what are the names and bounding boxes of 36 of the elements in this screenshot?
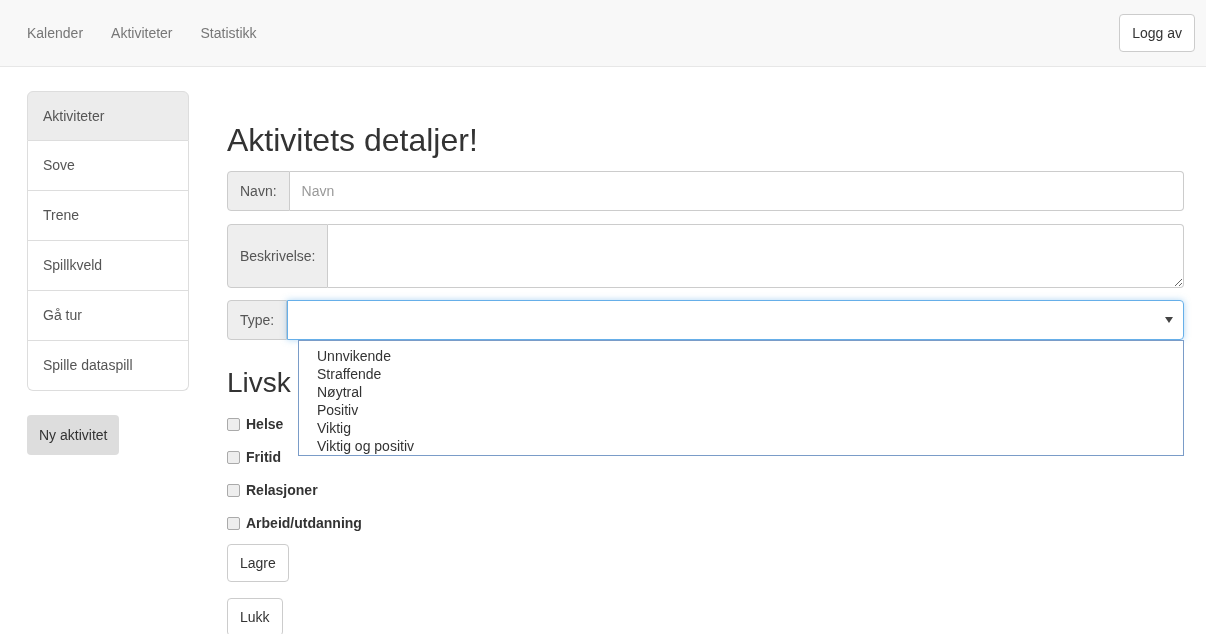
name-field[interactable]: Navn [289, 171, 1184, 212]
sidebar-item[interactable]: Spille dataspill [27, 341, 189, 391]
sidebar-item[interactable]: Spillkveld [27, 241, 189, 291]
checkbox-label: Relasjoner [246, 481, 318, 500]
caret-icon [1165, 317, 1173, 324]
action-button[interactable]: Lukk [227, 598, 283, 634]
page-title: Aktivitets detaljer! [227, 121, 479, 160]
sidebar-item[interactable]: Aktiviteter [27, 91, 189, 141]
checkbox[interactable] [227, 418, 240, 431]
description-field[interactable] [328, 224, 1184, 289]
checkbox[interactable] [227, 451, 240, 464]
nav-link[interactable]: Statistikk [200, 22, 257, 44]
field-label: Navn: [227, 171, 290, 212]
dropdown-option[interactable]: Viktig og positiv [317, 437, 1183, 456]
nav-link[interactable]: Kalender [27, 22, 84, 44]
field-label: Type: [227, 300, 288, 341]
checkbox[interactable] [227, 484, 240, 497]
checkbox-label: Fritid [246, 448, 281, 467]
checkbox[interactable] [227, 517, 240, 530]
section-title: Livsk [227, 366, 291, 400]
checkbox-label: Helse [246, 415, 284, 434]
sidebar-item[interactable]: Trene [27, 191, 189, 241]
field-label: Beskrivelse: [227, 224, 329, 289]
action-button[interactable]: Lagre [227, 544, 289, 582]
dropdown-option[interactable]: Positiv [317, 401, 1183, 420]
dropdown-option[interactable]: Nøytral [317, 383, 1183, 402]
sidebar-item[interactable]: Sove [27, 141, 189, 191]
checkbox-label: Arbeid/utdanning [246, 514, 362, 533]
dropdown-option[interactable]: Unnvikende [317, 347, 1183, 366]
logout-button[interactable]: Logg av [1119, 14, 1195, 52]
dropdown-option[interactable]: Viktig [317, 419, 1183, 438]
nav-link[interactable]: Aktiviteter [111, 22, 173, 44]
new-activity-button[interactable]: Ny aktivitet [27, 415, 120, 455]
sidebar-item[interactable]: Gå tur [27, 291, 189, 341]
dropdown-option[interactable]: Straffende [317, 365, 1183, 384]
type-select[interactable] [287, 300, 1184, 341]
